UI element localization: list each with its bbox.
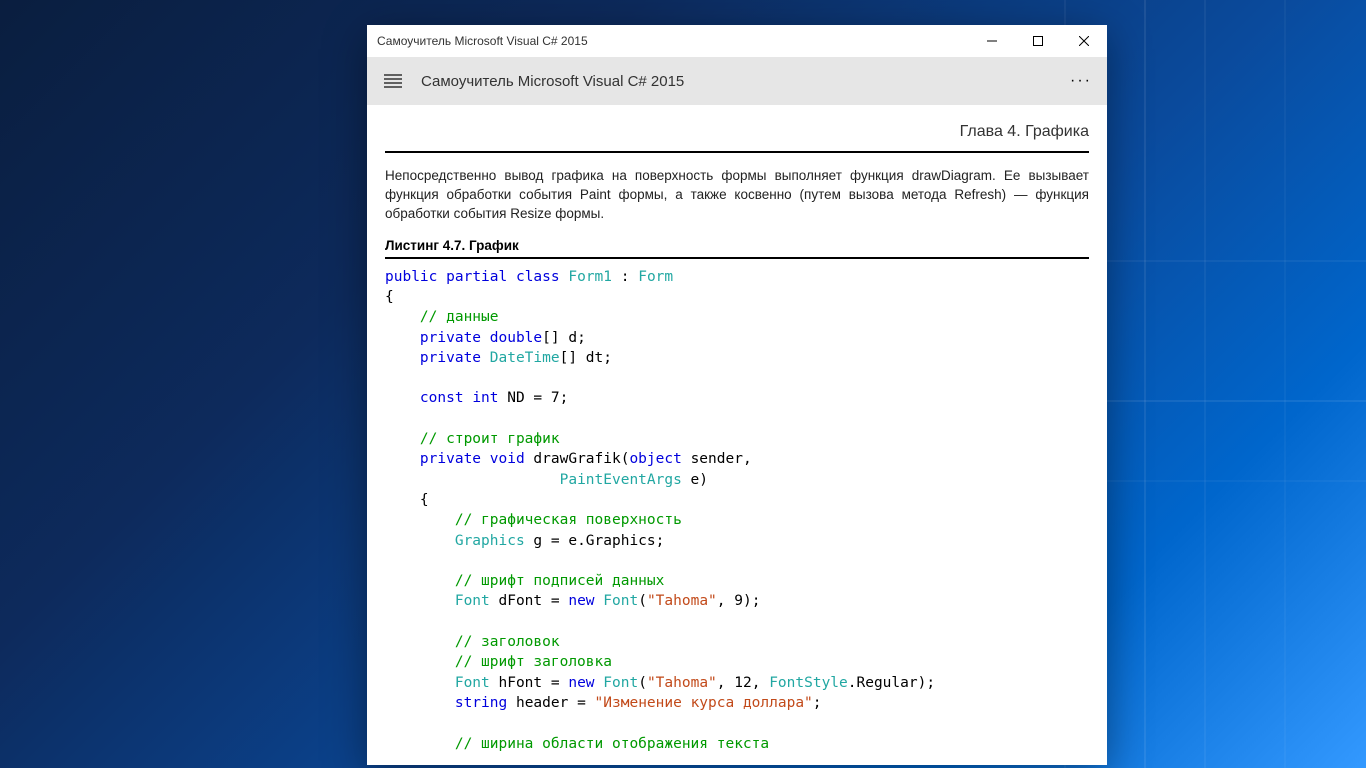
menu-icon[interactable] bbox=[373, 61, 413, 101]
toolbar: Самоучитель Microsoft Visual C# 2015 ··· bbox=[367, 57, 1107, 105]
window-title: Самоучитель Microsoft Visual C# 2015 bbox=[377, 34, 969, 48]
code-block: public partial class Form1 : Form { // д… bbox=[385, 267, 1089, 754]
more-icon[interactable]: ··· bbox=[1061, 61, 1101, 101]
titlebar: Самоучитель Microsoft Visual C# 2015 bbox=[367, 25, 1107, 57]
minimize-button[interactable] bbox=[969, 25, 1015, 57]
body-paragraph: Непосредственно вывод графика на поверхн… bbox=[385, 167, 1089, 224]
app-window: Самоучитель Microsoft Visual C# 2015 Сам… bbox=[367, 25, 1107, 765]
maximize-button[interactable] bbox=[1015, 25, 1061, 57]
chapter-heading: Глава 4. Графика bbox=[385, 115, 1089, 153]
content-area: Глава 4. Графика Непосредственно вывод г… bbox=[367, 105, 1107, 765]
toolbar-title: Самоучитель Microsoft Visual C# 2015 bbox=[413, 73, 1061, 90]
listing-header: Листинг 4.7. График bbox=[385, 238, 1089, 259]
close-button[interactable] bbox=[1061, 25, 1107, 57]
